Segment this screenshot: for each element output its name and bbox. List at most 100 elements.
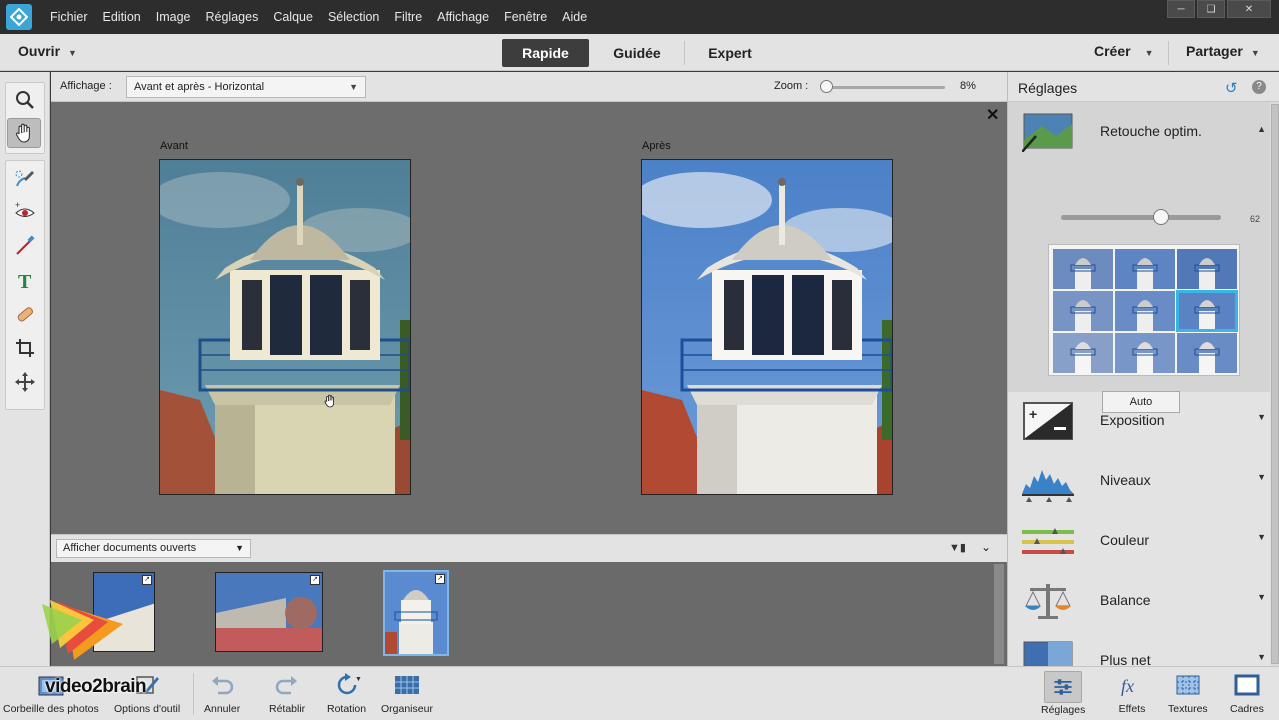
exposition-label: Exposition xyxy=(1100,412,1165,428)
zoom-value: 8% xyxy=(960,80,976,92)
variation-thumb[interactable] xyxy=(1115,249,1175,289)
menu-aide[interactable]: Aide xyxy=(562,10,587,24)
levels-icon xyxy=(1022,462,1074,502)
variation-thumb[interactable] xyxy=(1053,333,1113,373)
niveaux-label: Niveaux xyxy=(1100,472,1151,488)
photo-thumbnail-selected[interactable]: ↗ xyxy=(383,570,449,656)
textures-button[interactable]: Textures xyxy=(1168,671,1208,715)
restore-icon[interactable]: ❏ xyxy=(1197,0,1225,18)
section-plus-net[interactable]: Plus net ▼ xyxy=(1008,632,1270,666)
section-couleur[interactable]: Couleur ▼ xyxy=(1008,512,1270,572)
adjustments-icon xyxy=(1044,671,1083,703)
variation-thumb[interactable] xyxy=(1177,333,1237,373)
zoom-tool-icon[interactable] xyxy=(6,83,44,117)
canvas-area[interactable]: ✕ Avant Après xyxy=(51,102,1007,534)
before-label: Avant xyxy=(160,140,188,152)
text-tool-icon[interactable]: T xyxy=(6,263,44,297)
menu-affichage[interactable]: Affichage xyxy=(437,10,489,24)
video2brain-logo-icon xyxy=(42,600,123,660)
collapse-bin-icon[interactable]: ⌄ xyxy=(981,540,991,554)
menu-fenetre[interactable]: Fenêtre xyxy=(504,10,547,24)
move-tool-icon[interactable] xyxy=(6,365,44,399)
variation-thumb[interactable] xyxy=(1053,291,1113,331)
menu-calque[interactable]: Calque xyxy=(273,10,313,24)
minimize-icon[interactable]: ─ xyxy=(1167,0,1195,18)
tab-expert[interactable]: Expert xyxy=(694,39,766,67)
spot-healing-icon[interactable] xyxy=(6,297,44,331)
open-documents-select[interactable]: Afficher documents ouverts ▼ xyxy=(56,539,251,558)
section-niveaux[interactable]: Niveaux ▼ xyxy=(1008,452,1270,512)
svg-text:fx: fx xyxy=(1121,676,1134,696)
open-documents-value: Afficher documents ouverts xyxy=(63,542,197,554)
organizer-label: Organiseur xyxy=(381,703,433,715)
tool-panel: + T xyxy=(0,72,50,666)
open-button[interactable]: Ouvrir ▼ xyxy=(18,43,77,59)
variation-thumb[interactable] xyxy=(1053,249,1113,289)
menu-edition[interactable]: Edition xyxy=(103,10,141,24)
panel-scrollbar-thumb[interactable] xyxy=(1271,104,1279,664)
effects-button[interactable]: fx Effets xyxy=(1118,671,1146,715)
undo-icon xyxy=(212,676,234,695)
svg-text:+: + xyxy=(15,200,20,210)
menu-fichier[interactable]: Fichier xyxy=(50,10,88,24)
adjustments-button[interactable]: Réglages xyxy=(1041,671,1085,716)
smart-fix-slider-track[interactable] xyxy=(1061,215,1221,220)
video2brain-wordmark: video2brain xyxy=(45,676,147,697)
effects-label: Effets xyxy=(1118,703,1146,715)
fx-icon: fx xyxy=(1121,676,1134,696)
bin-scrollbar[interactable] xyxy=(994,564,1004,664)
chevron-up-icon[interactable]: ▲ xyxy=(1257,124,1266,134)
chevron-down-icon: ▼ xyxy=(349,82,358,92)
whiten-teeth-icon[interactable] xyxy=(6,229,44,263)
svg-text:+: + xyxy=(1029,406,1037,422)
zoom-label: Zoom : xyxy=(774,80,809,92)
chevron-down-icon: ▼ xyxy=(1257,412,1266,422)
zoom-slider-track[interactable] xyxy=(825,86,945,89)
smart-fix-icon[interactable] xyxy=(1021,112,1074,153)
share-button[interactable]: Partager ▼ xyxy=(1186,43,1260,59)
rotation-button[interactable]: ▼ Rotation xyxy=(327,671,366,715)
photo-thumbnail[interactable]: ↗ xyxy=(215,572,323,652)
red-eye-icon[interactable]: + xyxy=(6,195,44,229)
smart-fix-slider-handle[interactable] xyxy=(1153,209,1169,225)
textures-icon xyxy=(1176,675,1200,695)
crop-tool-icon[interactable] xyxy=(6,331,44,365)
panel-header: Réglages ↺ ? xyxy=(1008,72,1279,102)
organizer-button[interactable]: Organiseur xyxy=(381,671,433,715)
app-logo-icon[interactable] xyxy=(6,4,32,30)
tab-guidee[interactable]: Guidée xyxy=(600,39,674,67)
undo-label: Annuler xyxy=(204,703,241,715)
undo-button[interactable]: Annuler xyxy=(204,671,240,715)
zoom-slider-handle[interactable] xyxy=(820,80,833,93)
lighthouse-photo-before xyxy=(160,160,410,494)
hand-tool-icon[interactable] xyxy=(7,118,41,148)
menu-filtre[interactable]: Filtre xyxy=(394,10,422,24)
variation-thumb[interactable] xyxy=(1115,291,1175,331)
close-icon[interactable]: ✕ xyxy=(986,105,999,125)
reset-icon[interactable]: ↺ xyxy=(1225,79,1238,97)
create-button[interactable]: Créer ▼ xyxy=(1094,43,1154,59)
panel-scrollbar[interactable] xyxy=(1270,102,1279,666)
photo-bin-bar: Afficher documents ouverts ▼ ▼▮ ⌄ xyxy=(51,534,1007,562)
help-icon[interactable]: ? xyxy=(1252,80,1266,94)
quick-selection-icon[interactable] xyxy=(6,161,44,195)
section-balance[interactable]: Balance ▼ xyxy=(1008,572,1270,632)
frames-button[interactable]: Cadres xyxy=(1230,671,1264,715)
menu-image[interactable]: Image xyxy=(156,10,191,24)
thumbnail-badge-icon: ↗ xyxy=(435,574,445,584)
chevron-down-icon: ▼ xyxy=(1144,48,1154,58)
thumbnail-image xyxy=(216,573,322,651)
redo-label: Rétablir xyxy=(269,703,306,715)
variation-thumb[interactable] xyxy=(1177,249,1237,289)
view-mode-select[interactable]: Avant et après - Horizontal ▼ xyxy=(126,76,366,98)
bin-menu-icon[interactable]: ▼▮ xyxy=(949,541,966,554)
variation-thumb-selected[interactable] xyxy=(1176,290,1238,332)
menu-reglages[interactable]: Réglages xyxy=(206,10,259,24)
menu-selection[interactable]: Sélection xyxy=(328,10,379,24)
close-window-icon[interactable]: ✕ xyxy=(1227,0,1271,18)
redo-button[interactable]: Rétablir xyxy=(269,671,305,715)
section-exposition[interactable]: + Exposition ▼ xyxy=(1008,392,1270,452)
tab-rapide[interactable]: Rapide xyxy=(502,39,589,67)
bottom-taskbar: Corbeille des photos Options d'outil Ann… xyxy=(0,666,1279,720)
variation-thumb[interactable] xyxy=(1115,333,1175,373)
